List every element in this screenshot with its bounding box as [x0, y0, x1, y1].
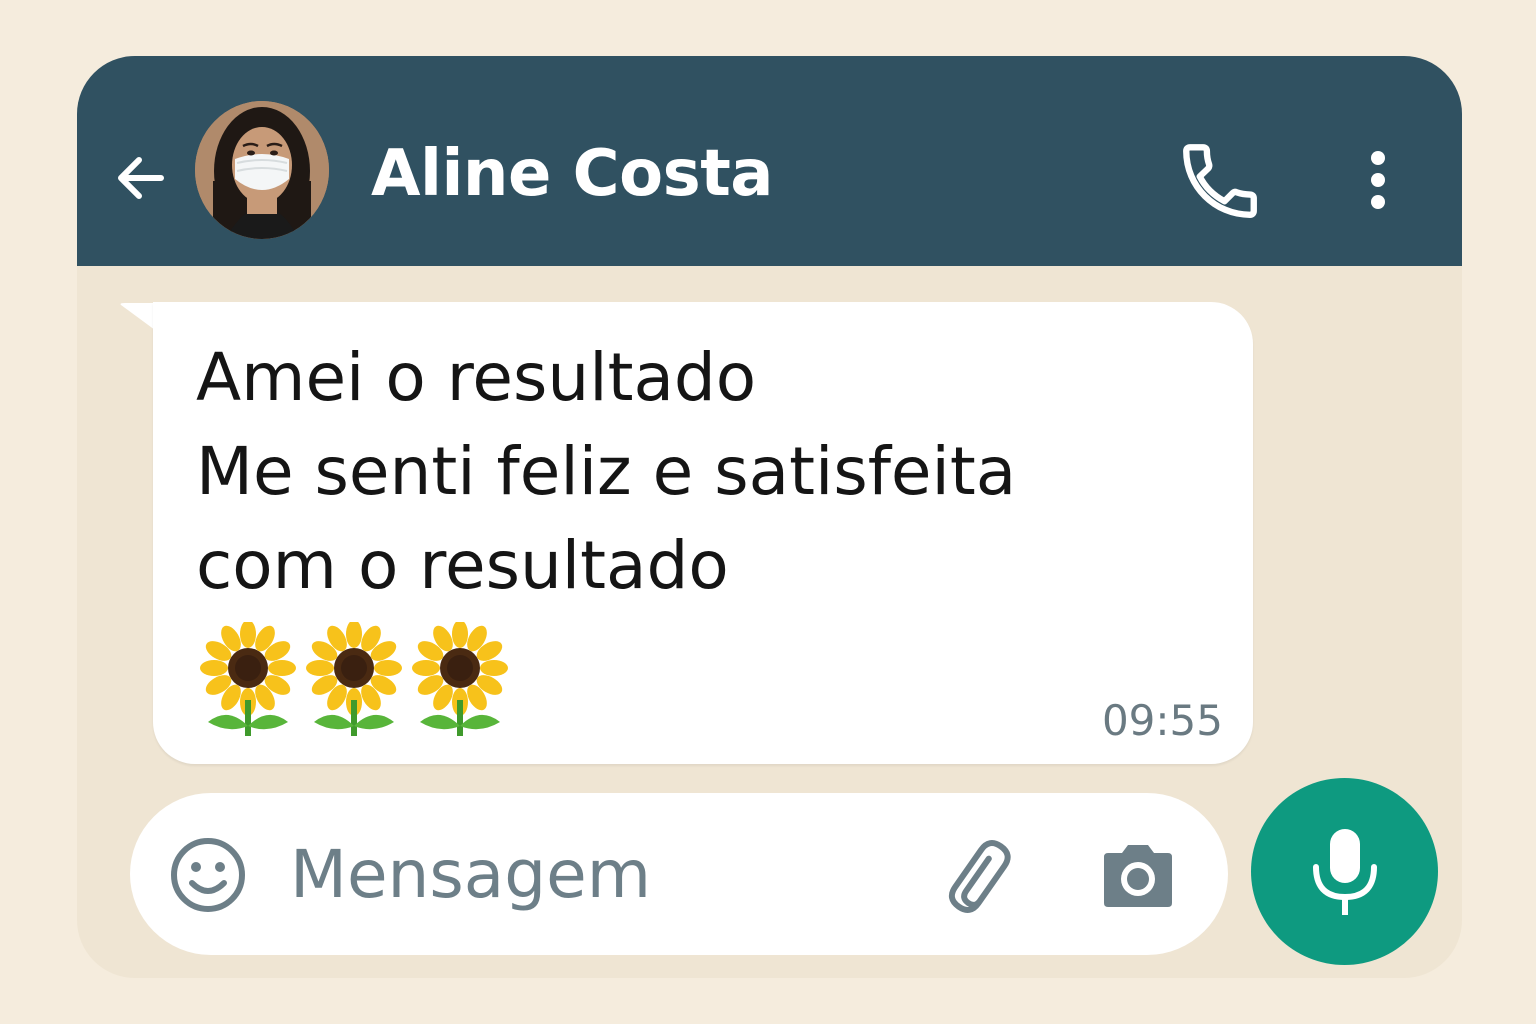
message-line: Amei o resultado	[196, 339, 757, 416]
paperclip-icon	[948, 840, 1011, 913]
avatar[interactable]	[195, 101, 329, 239]
message-input[interactable]	[290, 828, 910, 920]
chat-header: Aline Costa	[77, 56, 1462, 266]
microphone-icon	[1313, 829, 1377, 915]
chat-area: Amei o resultado Me senti feliz e satisf…	[77, 266, 1462, 978]
attach-button[interactable]	[932, 833, 1022, 923]
message-composer	[130, 793, 1228, 955]
sunflower-icon	[412, 622, 508, 736]
camera-icon	[1104, 845, 1172, 907]
vertical-dots-icon	[1371, 151, 1385, 209]
smiley-icon	[171, 838, 245, 912]
contact-name[interactable]: Aline Costa	[371, 138, 773, 210]
mic-button[interactable]	[1251, 778, 1438, 965]
menu-button[interactable]	[1353, 144, 1403, 224]
emoji-row	[198, 622, 516, 742]
message-bubble[interactable]: Amei o resultado Me senti feliz e satisf…	[153, 302, 1253, 764]
camera-button[interactable]	[1098, 841, 1178, 911]
sunflower-icon	[200, 622, 296, 736]
chat-window: Aline Costa Amei o resultado Me senti fe…	[77, 56, 1462, 978]
message-line: com o resultado	[196, 527, 729, 604]
contact-photo	[195, 101, 329, 239]
emoji-button[interactable]	[168, 835, 248, 915]
call-button[interactable]	[1175, 136, 1265, 226]
phone-icon	[1183, 144, 1257, 218]
message-timestamp: 09:55	[1101, 696, 1223, 745]
back-button[interactable]	[109, 146, 173, 210]
arrow-left-icon	[118, 157, 164, 199]
message-line: Me senti feliz e satisfeita	[196, 433, 1017, 510]
sunflower-icon	[306, 622, 402, 736]
